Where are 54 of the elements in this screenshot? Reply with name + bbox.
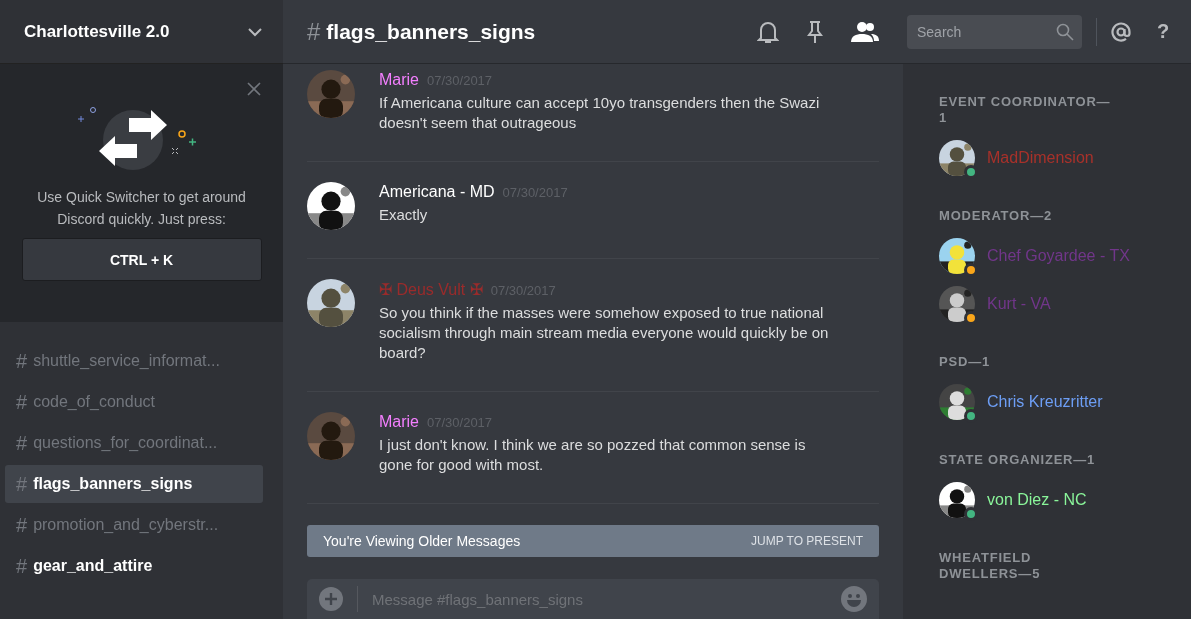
hash-icon: # [16, 554, 28, 578]
hash-icon: # [16, 390, 28, 414]
message-text: I just don't know. I think we are so pozzed that common sense is gone for good with most. [379, 435, 807, 475]
server-name: Charlottesville 2.0 [24, 21, 170, 42]
member-item[interactable]: von Diez - NC [939, 480, 1171, 520]
channel-item[interactable]: # gear_and_attire [5, 547, 263, 585]
bell-icon[interactable] [757, 19, 779, 44]
channel-name: gear_and_attire [33, 557, 153, 575]
role-heading: PSD—1 [939, 354, 991, 370]
jump-to-present-button[interactable]: JUMP TO PRESENT [750, 534, 863, 548]
role-heading: MODERATOR—2 [939, 208, 1054, 224]
member-name: MadDimension [987, 149, 1094, 167]
channel-title: flags_banners_signs [326, 19, 537, 44]
member-item[interactable]: Chris Kreuzritter [939, 382, 1171, 422]
channel-name: flags_banners_signs [33, 475, 193, 493]
channel-item[interactable]: # code_of_conduct [5, 383, 263, 421]
channel-item[interactable]: # questions_for_coordinat... [5, 424, 263, 462]
help-button[interactable]: ? [1157, 20, 1170, 43]
role-heading: EVENT COORDINATOR—1 [939, 94, 1112, 126]
channel-name: code_of_conduct [33, 393, 155, 411]
hash-icon: # [16, 349, 28, 373]
channel-name: questions_for_coordinat... [33, 434, 218, 452]
search-icon [1056, 22, 1074, 41]
hash-icon: # [16, 431, 28, 455]
role-heading: STATE ORGANIZER—1 [939, 452, 1097, 468]
member-name: Chef Goyardee - TX [987, 247, 1130, 265]
pin-icon[interactable] [807, 19, 823, 44]
message-text: Exactly [379, 205, 429, 225]
message-text: If Americana culture can accept 10yo transgenders then the Swazi doesn't seem that outrageous [379, 93, 821, 133]
hash-icon: # [16, 472, 28, 496]
member-name: Kurt - VA [987, 295, 1051, 313]
members-icon[interactable] [851, 21, 879, 42]
channel-name: shuttle_service_informat... [33, 352, 220, 370]
role-heading: WHEATFIELD DWELLERS—5 [939, 550, 1042, 582]
channel-item[interactable]: # promotion_and_cyberstr... [5, 506, 263, 544]
channel-item[interactable]: # flags_banners_signs [5, 465, 263, 503]
message-author[interactable]: Marie [379, 71, 419, 89]
close-icon[interactable] [247, 82, 261, 96]
message-author[interactable]: Americana - MD [379, 183, 495, 201]
channel-name: promotion_and_cyberstr... [33, 516, 219, 534]
message-text: So you think if the masses were somehow exposed to true national socialism through main stream media everyone would quickly be on board? [379, 303, 830, 363]
chevron-down-icon [247, 26, 263, 37]
search-input[interactable]: Search [915, 22, 1045, 41]
shortcut-button[interactable]: CTRL + K [21, 238, 262, 281]
member-name: von Diez - NC [987, 491, 1087, 509]
quick-switcher-hint: Use Quick Switcher to get around Discord quickly. Just press: [36, 188, 247, 229]
at-sign-icon[interactable] [1111, 21, 1131, 42]
message-author[interactable]: Marie [379, 413, 419, 431]
member-name: Chris Kreuzritter [987, 393, 1103, 411]
hash-icon: # [307, 17, 321, 46]
channel-item[interactable]: # shuttle_service_informat... [5, 342, 263, 380]
search-field[interactable]: Search [907, 14, 1082, 49]
banner-text: You're Viewing Older Messages [323, 533, 521, 549]
hash-icon: # [16, 513, 28, 537]
